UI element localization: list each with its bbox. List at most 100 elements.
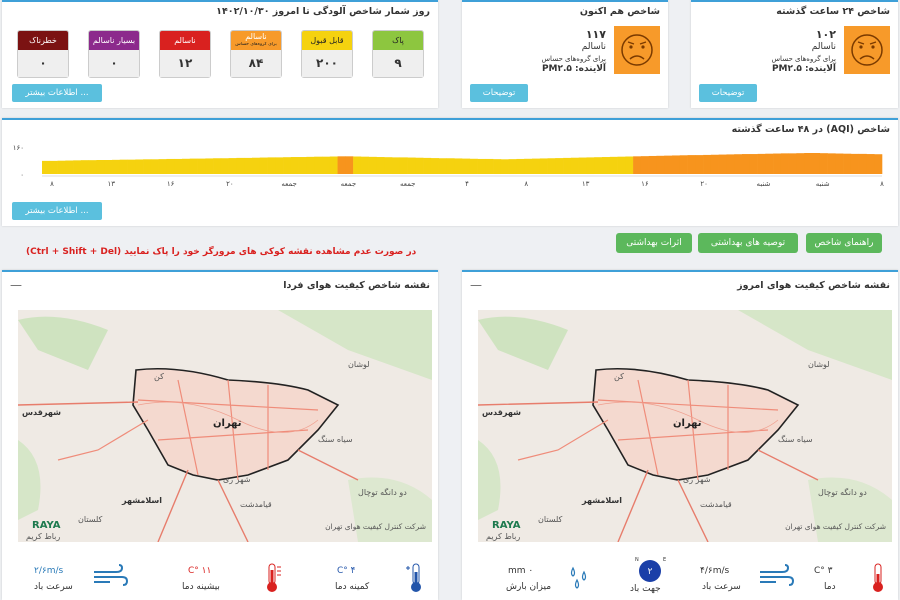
map-label: کن [614,372,624,381]
temp-value: ۳ °C [814,566,833,576]
wind-direction-value: ۲ [648,567,653,577]
aqi-bar [399,157,408,175]
pollution-day-count: ۰ [89,50,139,77]
x-tick-label: ۸ [880,180,884,188]
now-index-pollutant: آلاینده: PM۲.۵ [541,64,606,74]
aqi-bar [345,156,354,174]
aqi-bar [322,156,331,174]
map-label: شهرقدس [22,408,62,417]
aqi-bar [773,153,782,174]
aqi-bar [594,157,603,174]
health-effects-button[interactable]: اثرات بهداشتی [616,233,692,253]
aqi-bar [228,158,237,174]
map-label: شهرقدس [482,408,522,417]
index-guide-button[interactable]: راهنمای شاخص [806,233,882,253]
aqi-bar [65,160,74,174]
aqi-bar [570,157,579,174]
compass-icon: ۲ N E [635,557,666,582]
map-label: اسلامشهر [122,496,163,505]
aqi-bar [866,154,875,174]
aqi-bar [360,156,369,174]
aqi-bar [57,160,66,174]
aqi-bar [197,158,206,174]
raya-logo: RAYA [492,520,521,531]
collapse-icon[interactable]: — [470,278,482,292]
now-index-panel: شاخص هم اکنون ۱۱۷ ناسالم برای گروه‌های ح… [462,0,668,108]
aqi-bar [757,153,766,175]
aqi-bar [788,153,797,174]
index-24h-panel: شاخص ۲۴ ساعت گذشته ۱۰۲ ناسالم برای گروه‌… [691,0,898,108]
aqi-bar [353,156,362,174]
x-tick-label: ۱۳ [582,180,590,188]
map-label: لوشان [808,360,830,369]
aqi-bar [695,155,704,174]
map-label: لوشان [348,360,370,369]
aqi-bar [143,159,152,174]
aqi-bar [384,157,393,174]
aqi-bar [609,156,618,174]
pollution-day-card: بسیار ناسالم ۰ [88,30,140,78]
map-label: قیامدشت [240,500,272,509]
map-credit: شرکت کنترل کیفیت هوای تهران [325,522,426,531]
aqi-bar [547,158,556,174]
pollution-day-card: ناسالم ۱۲ [159,30,211,78]
aqi-bar [298,157,307,174]
map-today-panel: نقشه شاخص کیفیت هوای امروز — تهران شهرقد… [462,270,898,600]
aqi-bar [524,158,533,174]
pollution-day-count: ۸۴ [231,50,281,77]
map-today[interactable]: تهران شهرقدس اسلامشهر شهر ری قیامدشت کن … [478,310,892,542]
aqi-bar [150,159,159,174]
pollution-days-panel: روز شمار شاخص آلودگی تا امروز ۱۴۰۲/۱۰/۳۰… [2,0,438,108]
map-label: اسلامشهر [582,496,623,505]
sad-face-icon [844,26,890,74]
aqi-bar [290,157,299,174]
aqi-bar [236,157,245,174]
aqi-bar [555,158,564,174]
map-label: قیامدشت [700,500,732,509]
pollution-day-card: پاک ۹ [372,30,424,78]
aqi-bar [430,158,439,174]
aqi-48h-chart: ۱۶۰ ۰ ۸ ۱۳ ۱۶ ۲۰ جمعه جمعه جمعه ۴ ۸ ۱۳ ۱۶ ۲۰ شنبه شنبه ۸ [13,144,884,188]
aqi-bar [586,157,595,175]
pollution-day-label: ناسالم [231,31,281,50]
now-index-value: ۱۱۷ [585,28,606,41]
x-tick-label: جمعه [341,180,357,188]
aqi-48h-more-button[interactable]: اطلاعات بیشتر ... [12,202,102,220]
aqi-bar [119,159,128,174]
now-index-title: شاخص هم اکنون [579,6,660,17]
x-tick-label: شنبه [756,180,770,188]
wind-icon [94,564,128,586]
wind-icon [760,564,794,586]
map-label: شهر ری [223,475,251,484]
svg-text:N: N [635,557,639,563]
pollution-days-more-button[interactable]: اطلاعات بیشتر ... [12,84,102,102]
aqi-bar [734,154,743,174]
aqi-bar [462,158,471,174]
min-temp-value: ۴ °C [337,566,356,576]
map-label: کن [154,372,164,381]
index-24h-group: برای گروه‌های حساس [771,55,836,63]
now-index-explain-button[interactable]: توضیحات [470,84,528,102]
aqi-bar [858,153,867,175]
pollution-day-count: ۹ [373,50,423,77]
aqi-bar [578,157,587,174]
max-temp-value: ۱۱ °C [188,566,212,576]
aqi-bar [220,158,229,174]
x-tick-label: ۲۰ [700,180,708,188]
aqi-bar [718,154,727,174]
collapse-icon[interactable]: — [10,278,22,292]
index-24h-explain-button[interactable]: توضیحات [699,84,757,102]
map-tomorrow[interactable]: تهران شهرقدس اسلامشهر شهر ری قیامدشت کن … [18,310,432,542]
aqi-bar [812,153,821,174]
aqi-bar [337,156,346,174]
aqi-bar [539,158,548,174]
health-advice-button[interactable]: توصیه های بهداشتی [698,233,798,253]
aqi-bar [96,160,105,174]
wind-speed-label: سرعت باد [702,582,741,592]
x-tick-label: جمعه [400,180,416,188]
aqi-bar [469,158,478,174]
pollution-day-card: قابل قبول ۲۰۰ [301,30,353,78]
y-tick-label: ۰ [20,171,24,179]
map-label: کلستان [538,515,563,524]
aqi-bar [73,160,82,174]
